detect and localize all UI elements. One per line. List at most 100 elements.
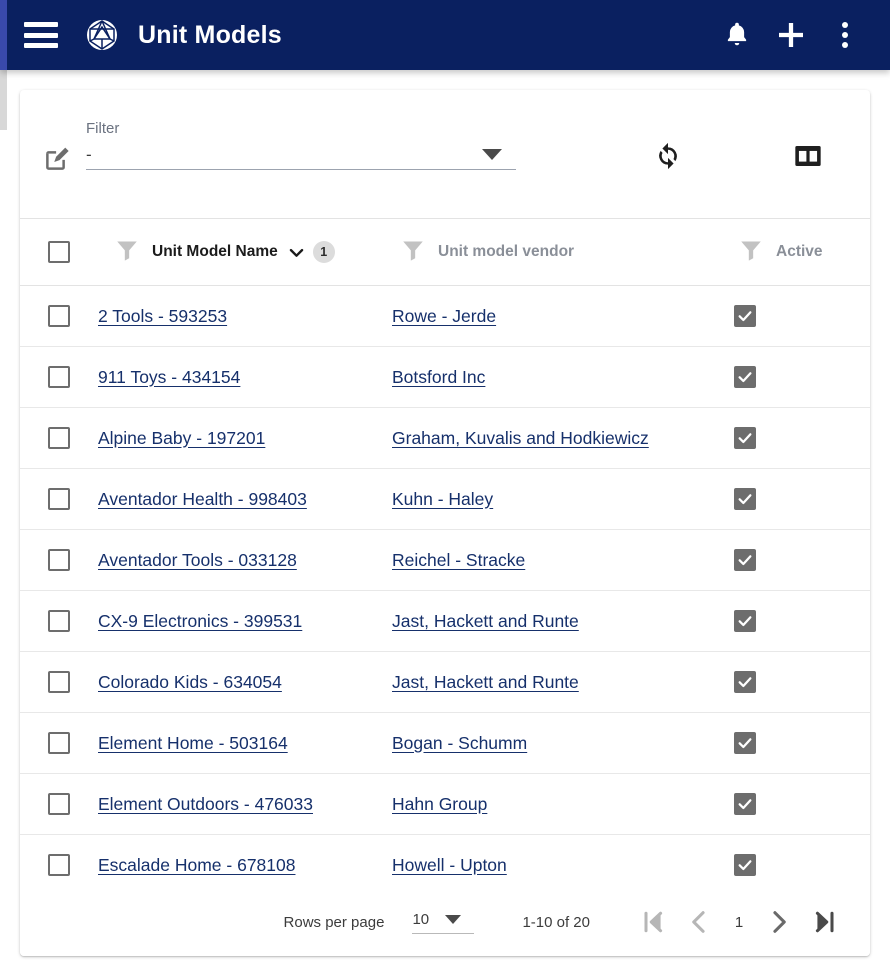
table-row[interactable]: Escalade Home - 678108 Howell - Upton (20, 835, 870, 896)
plus-icon[interactable] (768, 12, 814, 58)
unit-model-link[interactable]: Alpine Baby - 197201 (98, 428, 265, 448)
row-checkbox[interactable] (48, 366, 70, 388)
active-checkbox (734, 427, 756, 449)
edit-square-icon[interactable] (36, 136, 80, 180)
unit-model-link[interactable]: Element Home - 503164 (98, 733, 288, 753)
table-row[interactable]: Aventador Tools - 033128 Reichel - Strac… (20, 530, 870, 591)
row-name-cell: 911 Toys - 434154 (98, 347, 392, 408)
sort-order-badge: 1 (312, 241, 335, 263)
row-vendor-cell: Hahn Group (392, 774, 734, 835)
filter-label: Filter (86, 120, 120, 137)
row-name-cell: Colorado Kids - 634054 (98, 652, 392, 713)
bell-icon[interactable] (714, 12, 760, 58)
row-checkbox[interactable] (48, 427, 70, 449)
column-header-label-name[interactable]: Unit Model Name (152, 243, 278, 261)
left-gutter (0, 70, 7, 130)
row-checkbox[interactable] (48, 305, 70, 327)
row-select-cell (20, 286, 98, 347)
row-select-cell (20, 408, 98, 469)
unit-model-link[interactable]: Aventador Tools - 033128 (98, 550, 297, 570)
unit-model-link[interactable]: CX-9 Electronics - 399531 (98, 611, 302, 631)
row-active-cell (734, 713, 870, 774)
row-vendor-cell: Reichel - Stracke (392, 530, 734, 591)
column-header-active: Active (734, 219, 870, 286)
vendor-link[interactable]: Jast, Hackett and Runte (392, 672, 579, 692)
vendor-link[interactable]: Bogan - Schumm (392, 733, 527, 753)
row-vendor-cell: Rowe - Jerde (392, 286, 734, 347)
filter-select[interactable]: - (86, 140, 516, 170)
table-row[interactable]: CX-9 Electronics - 399531 Jast, Hackett … (20, 591, 870, 652)
active-checkbox (734, 549, 756, 571)
table-row[interactable]: 2 Tools - 593253 Rowe - Jerde (20, 286, 870, 347)
unit-model-link[interactable]: Element Outdoors - 476033 (98, 794, 313, 814)
active-checkbox (734, 671, 756, 693)
rows-per-page-label: Rows per page (283, 913, 385, 931)
row-name-cell: Element Home - 503164 (98, 713, 392, 774)
row-name-cell: Alpine Baby - 197201 (98, 408, 392, 469)
column-header-label-vendor[interactable]: Unit model vendor (438, 243, 574, 261)
row-active-cell (734, 347, 870, 408)
chevron-down-icon (482, 149, 502, 160)
table-head: Unit Model Name 1 Unit model vendor Acti… (20, 218, 870, 286)
row-active-cell (734, 530, 870, 591)
active-checkbox (734, 854, 756, 876)
row-vendor-cell: Jast, Hackett and Runte (392, 591, 734, 652)
row-active-cell (734, 591, 870, 652)
funnel-filter-icon[interactable] (400, 237, 426, 268)
row-checkbox[interactable] (48, 549, 70, 571)
chevron-right-icon[interactable] (756, 899, 802, 945)
vendor-link[interactable]: Hahn Group (392, 794, 487, 814)
unit-model-link[interactable]: Colorado Kids - 634054 (98, 672, 282, 692)
unit-model-link[interactable]: Aventador Health - 998403 (98, 489, 307, 509)
last-page-icon[interactable] (802, 899, 848, 945)
refresh-sync-icon[interactable] (642, 134, 694, 178)
column-header-label-active[interactable]: Active (776, 243, 823, 261)
first-page-icon[interactable] (630, 899, 676, 945)
page-root: Unit Models Filter - Unit Model Name 1 U… (0, 0, 890, 967)
chevron-left-icon[interactable] (676, 899, 722, 945)
unit-model-link[interactable]: 911 Toys - 434154 (98, 367, 240, 387)
table-row[interactable]: Colorado Kids - 634054 Jast, Hackett and… (20, 652, 870, 713)
table-row[interactable]: Element Home - 503164 Bogan - Schumm (20, 713, 870, 774)
filter-bar: Filter - (20, 90, 870, 218)
active-checkbox (734, 610, 756, 632)
row-name-cell: 2 Tools - 593253 (98, 286, 392, 347)
select-all-checkbox[interactable] (48, 241, 70, 263)
table-row[interactable]: Alpine Baby - 197201 Graham, Kuvalis and… (20, 408, 870, 469)
row-checkbox[interactable] (48, 488, 70, 510)
row-select-cell (20, 530, 98, 591)
row-vendor-cell: Jast, Hackett and Runte (392, 652, 734, 713)
unit-model-link[interactable]: Escalade Home - 678108 (98, 855, 295, 875)
column-header-vendor: Unit model vendor (392, 219, 734, 286)
funnel-filter-icon[interactable] (738, 237, 764, 268)
row-active-cell (734, 835, 870, 896)
rows-per-page-select[interactable]: 10 (412, 910, 475, 934)
table-row[interactable]: Element Outdoors - 476033 Hahn Group (20, 774, 870, 835)
active-checkbox (734, 366, 756, 388)
view-columns-icon[interactable] (782, 134, 834, 178)
vendor-link[interactable]: Kuhn - Haley (392, 489, 493, 509)
vendor-link[interactable]: Botsford Inc (392, 367, 485, 387)
row-checkbox[interactable] (48, 793, 70, 815)
filter-field: Filter - (86, 120, 516, 170)
table-row[interactable]: Aventador Health - 998403 Kuhn - Haley (20, 469, 870, 530)
row-checkbox[interactable] (48, 732, 70, 754)
column-header-name: Unit Model Name 1 (98, 219, 392, 286)
row-checkbox[interactable] (48, 671, 70, 693)
table-row[interactable]: 911 Toys - 434154 Botsford Inc (20, 347, 870, 408)
hamburger-menu-icon[interactable] (24, 22, 58, 48)
rows-per-page-value: 10 (412, 910, 430, 928)
vendor-link[interactable]: Jast, Hackett and Runte (392, 611, 579, 631)
vendor-link[interactable]: Graham, Kuvalis and Hodkiewicz (392, 428, 649, 448)
sort-descending-icon[interactable] (287, 243, 306, 262)
vendor-link[interactable]: Howell - Upton (392, 855, 507, 875)
select-all-header-cell (20, 219, 98, 286)
row-checkbox[interactable] (48, 610, 70, 632)
unit-model-link[interactable]: 2 Tools - 593253 (98, 306, 227, 326)
vendor-link[interactable]: Rowe - Jerde (392, 306, 496, 326)
vertical-dots-icon[interactable] (822, 12, 868, 58)
vendor-link[interactable]: Reichel - Stracke (392, 550, 525, 570)
unit-models-card: Filter - Unit Model Name 1 Unit model ve… (20, 90, 870, 956)
funnel-filter-icon[interactable] (114, 237, 140, 268)
row-checkbox[interactable] (48, 854, 70, 876)
